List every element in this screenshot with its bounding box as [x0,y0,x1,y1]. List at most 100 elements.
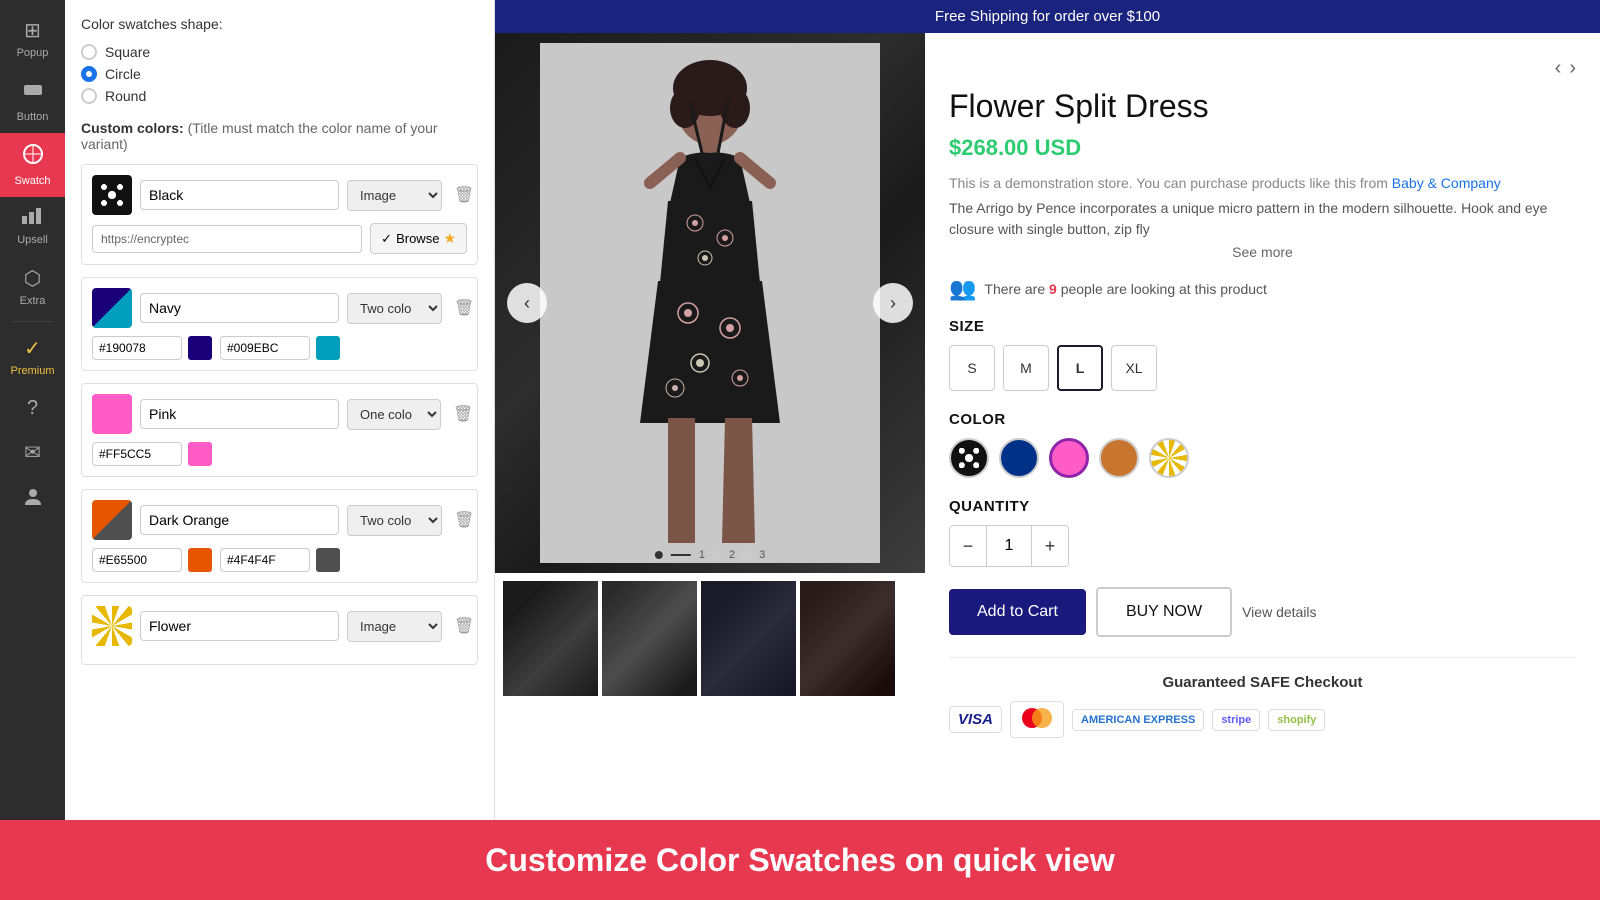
buy-now-btn[interactable]: BUY NOW [1096,587,1232,637]
pink-hex-group [92,442,212,466]
pink-name-input[interactable] [140,399,339,429]
dark-orange-type-select[interactable]: Two colo Image One color [347,505,442,536]
swatch-icon [22,143,44,171]
main-image-container: ‹ › 1 2 3 [495,33,925,573]
navy-delete-btn[interactable]: 🗑 [450,294,478,322]
navy-hex-input-2[interactable] [220,336,310,360]
payment-stripe: stripe [1212,709,1260,731]
shape-circle-label: Circle [105,66,141,82]
sidebar-item-help[interactable]: ? [0,387,65,430]
shape-round-label: Round [105,88,146,104]
black-swatch-preview [92,175,132,215]
size-xl-btn[interactable]: XL [1111,345,1157,391]
color-circle-pink[interactable] [1049,438,1089,478]
black-name-input[interactable] [140,180,339,210]
navy-type-select[interactable]: Two colo Image One color [347,293,442,324]
color-entry-dark-orange: Two colo Image One color 🗑 [81,489,478,583]
dark-orange-swatch-preview [92,500,132,540]
main-content: Color swatches shape: Square Circle Roun… [65,0,1600,820]
size-s-btn[interactable]: S [949,345,995,391]
thumbnail-2[interactable] [602,581,697,696]
sidebar-item-label: Popup [17,47,49,59]
shape-option-round[interactable]: Round [81,88,478,104]
qty-increase-btn[interactable]: + [1032,526,1068,566]
color-circle-yellow-wave[interactable] [1149,438,1189,478]
radio-round[interactable] [81,88,97,104]
navy-hex-swatch-1 [188,336,212,360]
pink-delete-btn[interactable]: 🗑 [449,400,477,428]
image-next-btn[interactable]: › [873,283,913,323]
black-delete-btn[interactable]: 🗑 [450,181,478,209]
black-browse-btn[interactable]: ✓ Browse ★ [370,223,467,254]
safe-checkout-title: Guaranteed SAFE Checkout [949,674,1576,691]
right-panel: Free Shipping for order over $100 [495,0,1600,820]
dress-illustration [540,43,880,563]
add-to-cart-btn[interactable]: Add to Cart [949,589,1086,635]
sidebar-item-extra[interactable]: ⬡ Extra [0,256,65,317]
black-url-input[interactable] [92,225,362,253]
product-desc-body: The Arrigo by Pence incorporates a uniqu… [949,198,1576,240]
navy-name-input[interactable] [140,293,339,323]
color-circle-black[interactable] [949,438,989,478]
image-prev-btn[interactable]: ‹ [507,283,547,323]
flower-delete-btn[interactable]: 🗑 [450,612,478,640]
color-entry-navy: Two colo Image One color 🗑 [81,277,478,371]
sidebar-item-user[interactable] [0,475,65,523]
radio-square[interactable] [81,44,97,60]
sidebar-item-swatch[interactable]: Swatch [0,133,65,197]
sidebar-item-mail[interactable]: ✉ [0,430,65,475]
image-dot-2[interactable] [713,551,721,559]
size-l-btn[interactable]: L [1057,345,1103,391]
navy-hex-input-1[interactable] [92,336,182,360]
shape-option-square[interactable]: Square [81,44,478,60]
image-dot-line [671,554,691,556]
popup-icon: ⊞ [24,18,41,43]
radio-circle[interactable] [81,66,97,82]
color-entry-black: Image One color Two color 🗑 ✓ Browse ★ [81,164,478,265]
dark-orange-hex-input-1[interactable] [92,548,182,572]
sidebar-item-premium[interactable]: ✓ Premium [0,326,65,387]
product-desc-intro: This is a demonstration store. You can p… [949,173,1576,194]
view-details-link[interactable]: View details [1242,604,1316,620]
dark-orange-hex-group-2 [220,548,340,572]
color-row-dark-orange: Two colo Image One color 🗑 [92,500,467,540]
sidebar-item-button[interactable]: Button [0,69,65,133]
shape-option-circle[interactable]: Circle [81,66,478,82]
dark-orange-delete-btn[interactable]: 🗑 [450,506,478,534]
dark-orange-name-input[interactable] [140,505,339,535]
flower-name-input[interactable] [140,611,339,641]
shape-options-section: Color swatches shape: Square Circle Roun… [81,16,478,104]
navy-hex-group-1 [92,336,212,360]
dot-number-1: 1 [699,549,705,561]
see-more-btn[interactable]: See more [949,244,1576,260]
color-row-flower: Image One color Two color 🗑 [92,606,467,646]
pink-hex-input[interactable] [92,442,182,466]
image-dot-1[interactable] [655,551,663,559]
sidebar-item-label: Extra [20,295,46,307]
dark-orange-hex-input-2[interactable] [220,548,310,572]
black-type-select[interactable]: Image One color Two color [347,180,442,211]
main-image-placeholder [495,33,925,573]
thumbnail-1[interactable] [503,581,598,696]
product-desc-link[interactable]: Baby & Company [1392,175,1501,191]
thumbnail-4[interactable] [800,581,895,696]
navy-swatch-preview [92,288,132,328]
star-icon: ★ [443,230,456,247]
color-circle-orange[interactable] [1099,438,1139,478]
qty-decrease-btn[interactable]: − [950,526,986,566]
color-circle-navy[interactable] [999,438,1039,478]
dark-orange-hex-swatch-2 [316,548,340,572]
viewers-row: 👥 There are 9 people are looking at this… [949,276,1576,302]
thumbnail-3[interactable] [701,581,796,696]
image-dot-3[interactable] [743,551,751,559]
size-m-btn[interactable]: M [1003,345,1049,391]
size-options: S M L XL [949,345,1576,391]
flower-type-select[interactable]: Image One color Two color [347,611,442,642]
sidebar-item-popup[interactable]: ⊞ Popup [0,8,65,69]
sidebar-item-label: Premium [10,365,54,377]
product-next-btn[interactable]: › [1569,57,1576,80]
product-prev-btn[interactable]: ‹ [1555,57,1562,80]
payment-mastercard [1010,701,1064,738]
sidebar-item-upsell[interactable]: Upsell [0,197,65,256]
pink-type-select[interactable]: One colo Image Two color [347,399,441,430]
